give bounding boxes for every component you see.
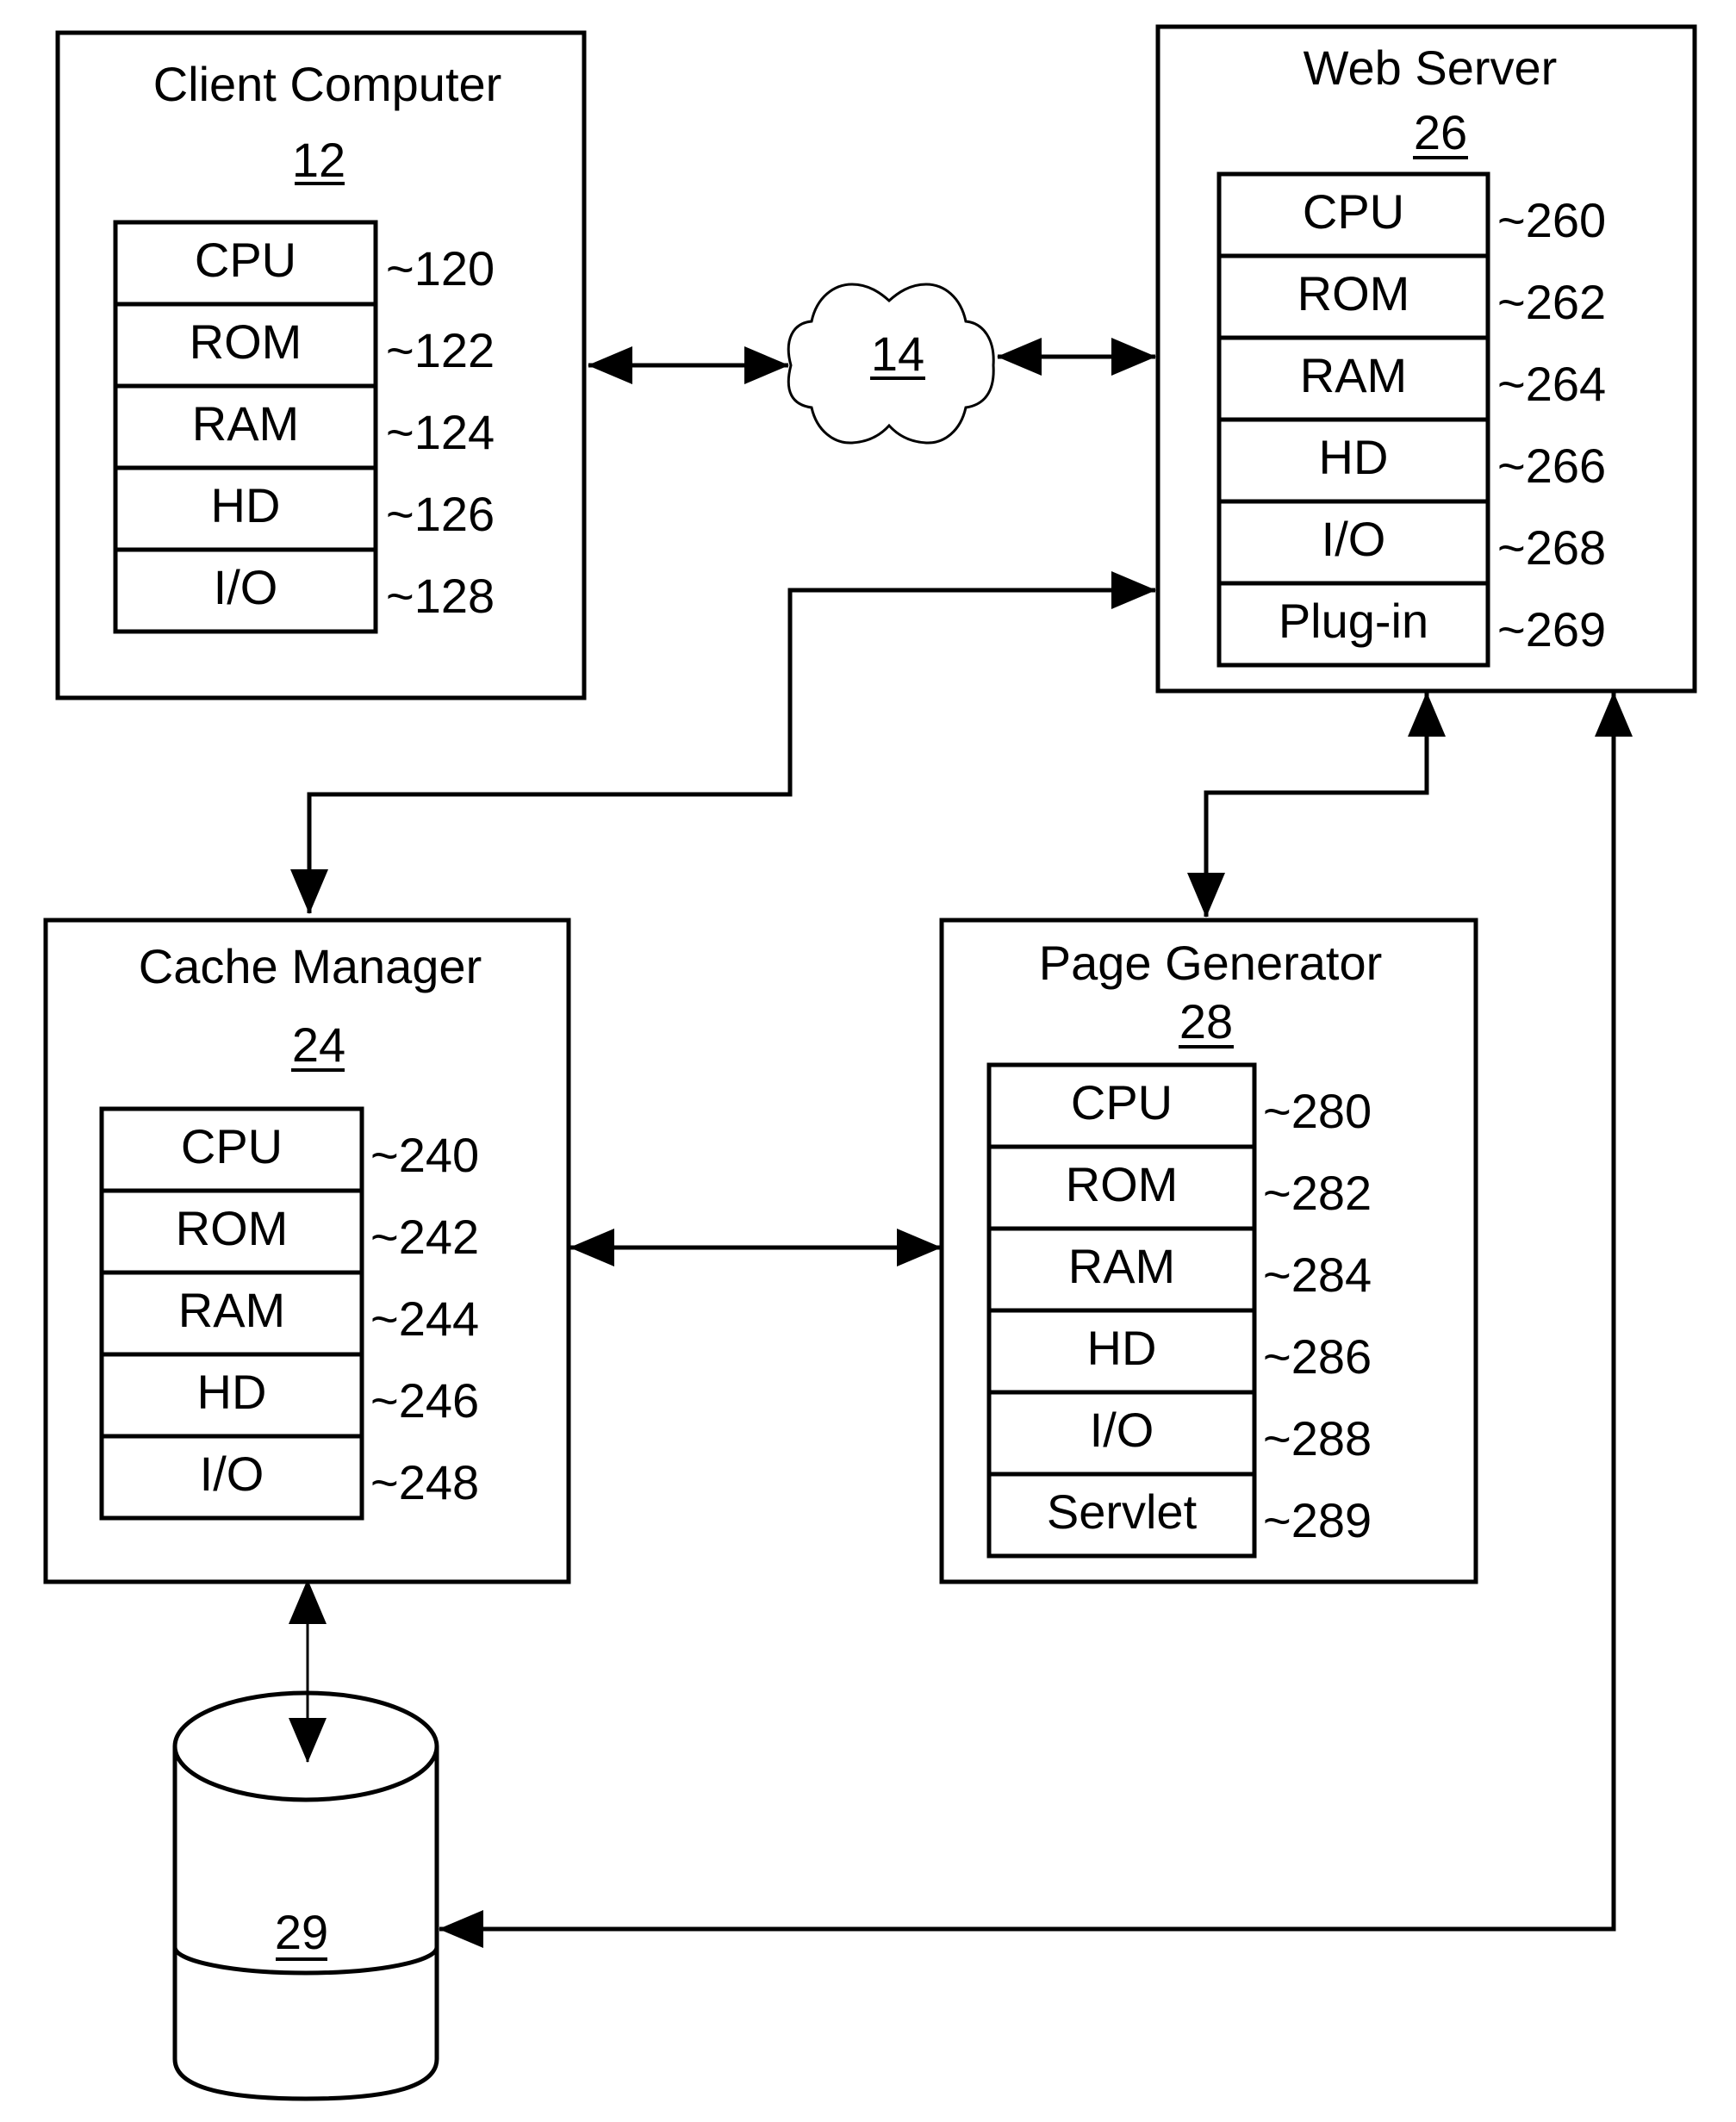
component-callout: ~122 — [386, 323, 495, 377]
component-label: RAM — [192, 396, 299, 451]
component-label: Plug-in — [1279, 594, 1428, 648]
cache-manager-title: Cache Manager — [139, 939, 482, 993]
component-callout: ~286 — [1263, 1329, 1372, 1384]
component-callout: ~260 — [1497, 193, 1606, 247]
web-server-title: Web Server — [1304, 40, 1558, 95]
page-generator-title: Page Generator — [1039, 936, 1382, 990]
component-callout: ~248 — [370, 1455, 479, 1509]
component-callout: ~284 — [1263, 1248, 1372, 1302]
component-callout: ~124 — [386, 405, 495, 459]
node-database[interactable]: 29 — [172, 1690, 439, 2101]
component-callout: ~128 — [386, 569, 495, 623]
component-stack: CPU ~240 ROM ~242 RAM ~244 HD ~246 I/O ~248 — [99, 1106, 479, 1521]
component-label: HD — [1087, 1321, 1157, 1375]
component-label: RAM — [178, 1283, 285, 1337]
network-ref: 14 — [871, 327, 924, 381]
node-client-computer[interactable]: Client Computer 12 CPU ~120 ROM ~122 RAM ~124… — [55, 30, 587, 700]
edge-webserver-pagegen — [1187, 692, 1446, 918]
component-callout: ~289 — [1263, 1493, 1372, 1547]
component-callout: ~242 — [370, 1210, 479, 1264]
component-callout: ~244 — [370, 1291, 479, 1346]
database-cylinder-top — [172, 1690, 439, 1802]
component-label: HD — [1319, 430, 1389, 484]
component-label: ROM — [176, 1201, 289, 1255]
page-generator-ref: 28 — [1179, 994, 1233, 1049]
component-stack: CPU ~120 ROM ~122 RAM ~124 HD ~126 I/O ~128 — [113, 220, 495, 634]
component-label: CPU — [1071, 1075, 1173, 1129]
cache-manager-ref: 24 — [292, 1017, 345, 1072]
component-callout: ~280 — [1263, 1084, 1372, 1138]
component-label: CPU — [195, 233, 296, 287]
component-label: I/O — [1090, 1403, 1154, 1457]
component-label: HD — [211, 478, 281, 532]
database-ref: 29 — [275, 1905, 328, 1959]
component-label: Servlet — [1047, 1484, 1198, 1539]
node-web-server[interactable]: Web Server 26 CPU ~260 ROM ~262 RAM ~264 HD ~26… — [1155, 24, 1697, 694]
component-callout: ~282 — [1263, 1166, 1372, 1220]
client-computer-ref: 12 — [292, 133, 345, 187]
component-label: CPU — [181, 1119, 283, 1173]
component-label: ROM — [190, 314, 302, 369]
component-label: HD — [197, 1365, 267, 1419]
component-callout: ~264 — [1497, 357, 1606, 411]
component-label: RAM — [1300, 348, 1407, 402]
component-callout: ~246 — [370, 1373, 479, 1428]
component-callout: ~266 — [1497, 439, 1606, 493]
component-callout: ~262 — [1497, 275, 1606, 329]
system-diagram: Client Computer 12 CPU ~120 ROM ~122 RAM ~124… — [43, 24, 1697, 2101]
component-label: RAM — [1068, 1239, 1175, 1293]
client-computer-title: Client Computer — [153, 57, 502, 111]
component-callout: ~268 — [1497, 520, 1606, 575]
web-server-ref: 26 — [1414, 105, 1467, 159]
component-callout: ~126 — [386, 487, 495, 541]
component-label: I/O — [200, 1447, 264, 1501]
node-cache-manager[interactable]: Cache Manager 24 CPU ~240 ROM ~242 RAM ~244 HD… — [43, 918, 571, 1584]
component-callout: ~240 — [370, 1128, 479, 1182]
component-label: CPU — [1303, 184, 1404, 239]
component-callout: ~288 — [1263, 1411, 1372, 1465]
component-label: ROM — [1297, 266, 1410, 320]
component-label: I/O — [214, 560, 278, 614]
component-label: I/O — [1322, 512, 1386, 566]
node-page-generator[interactable]: Page Generator 28 CPU ~280 ROM ~282 RAM ~284 H… — [939, 918, 1478, 1584]
component-label: ROM — [1066, 1157, 1179, 1211]
component-callout: ~269 — [1497, 602, 1606, 657]
component-callout: ~120 — [386, 241, 495, 296]
node-network-cloud[interactable]: 14 — [787, 283, 995, 445]
